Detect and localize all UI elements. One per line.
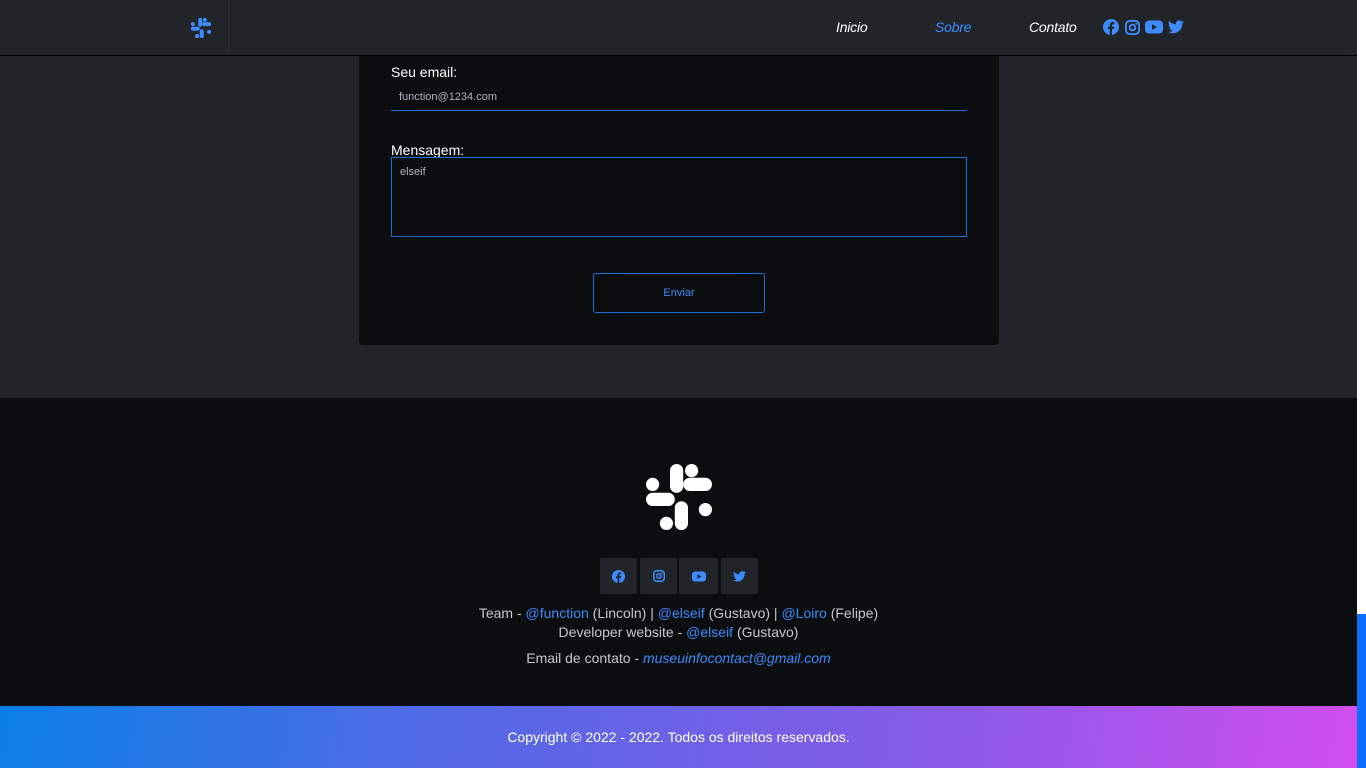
- team-link-function[interactable]: @function: [526, 605, 589, 621]
- team-name-felipe: (Felipe): [826, 605, 879, 621]
- scrollbar-thumb[interactable]: [1357, 614, 1366, 768]
- developer-credits: Developer website - @elseif (Gustavo): [0, 624, 1357, 640]
- nav-social-icons: [1102, 18, 1185, 36]
- team-prefix: Team -: [478, 605, 526, 621]
- message-label: Mensagem:: [391, 142, 465, 158]
- footer-facebook-button[interactable]: [600, 558, 637, 594]
- footer-instagram-button[interactable]: [640, 558, 677, 594]
- copyright-text: Copyright © 2022 - 2022. Todos os direit…: [507, 729, 850, 745]
- twitter-icon: [733, 570, 746, 582]
- team-link-loiro[interactable]: @Loiro: [781, 605, 826, 621]
- instagram-icon[interactable]: [1123, 18, 1141, 36]
- twitter-icon[interactable]: [1167, 18, 1185, 36]
- footer-twitter-button[interactable]: [721, 558, 758, 594]
- team-name-lincoln: (Lincoln): [588, 605, 647, 621]
- contact-email-link[interactable]: museuinfocontact@gmail.com: [643, 650, 831, 666]
- message-field[interactable]: elseif: [391, 157, 967, 237]
- youtube-icon: [691, 570, 706, 582]
- nav-link-sobre[interactable]: Sobre: [935, 19, 972, 35]
- navbar: Inicio Sobre Contato: [0, 0, 1357, 56]
- team-link-elseif[interactable]: @elseif: [658, 605, 705, 621]
- email-label: Seu email:: [391, 64, 458, 80]
- team-separator: |: [770, 605, 782, 621]
- team-separator: |: [646, 605, 658, 621]
- team-credits: Team - @function (Lincoln) | @elseif (Gu…: [0, 605, 1357, 621]
- contact-email-line: Email de contato - museuinfocontact@gmai…: [0, 650, 1357, 666]
- developer-link-elseif[interactable]: @elseif: [686, 624, 733, 640]
- nav-link-contato[interactable]: Contato: [1029, 19, 1077, 35]
- footer: Team - @function (Lincoln) | @elseif (Gu…: [0, 398, 1357, 706]
- developer-prefix: Developer website -: [558, 624, 687, 640]
- copyright-bar: Copyright © 2022 - 2022. Todos os direit…: [0, 706, 1357, 768]
- slack-icon: [190, 17, 211, 38]
- facebook-icon: [612, 569, 625, 583]
- contact-form-card: Seu email: Mensagem: elseif Enviar: [359, 56, 999, 345]
- send-button[interactable]: Enviar: [593, 273, 765, 313]
- developer-name: (Gustavo): [733, 624, 799, 640]
- facebook-icon[interactable]: [1102, 18, 1120, 36]
- youtube-icon[interactable]: [1144, 18, 1164, 36]
- footer-youtube-button[interactable]: [679, 558, 718, 594]
- email-field[interactable]: [391, 84, 967, 111]
- team-name-gustavo: (Gustavo): [704, 605, 771, 621]
- contact-prefix: Email de contato -: [526, 650, 643, 666]
- nav-link-inicio[interactable]: Inicio: [836, 19, 868, 35]
- brand-logo-link[interactable]: [173, 0, 229, 55]
- instagram-icon: [652, 570, 665, 582]
- slack-icon: [646, 464, 712, 530]
